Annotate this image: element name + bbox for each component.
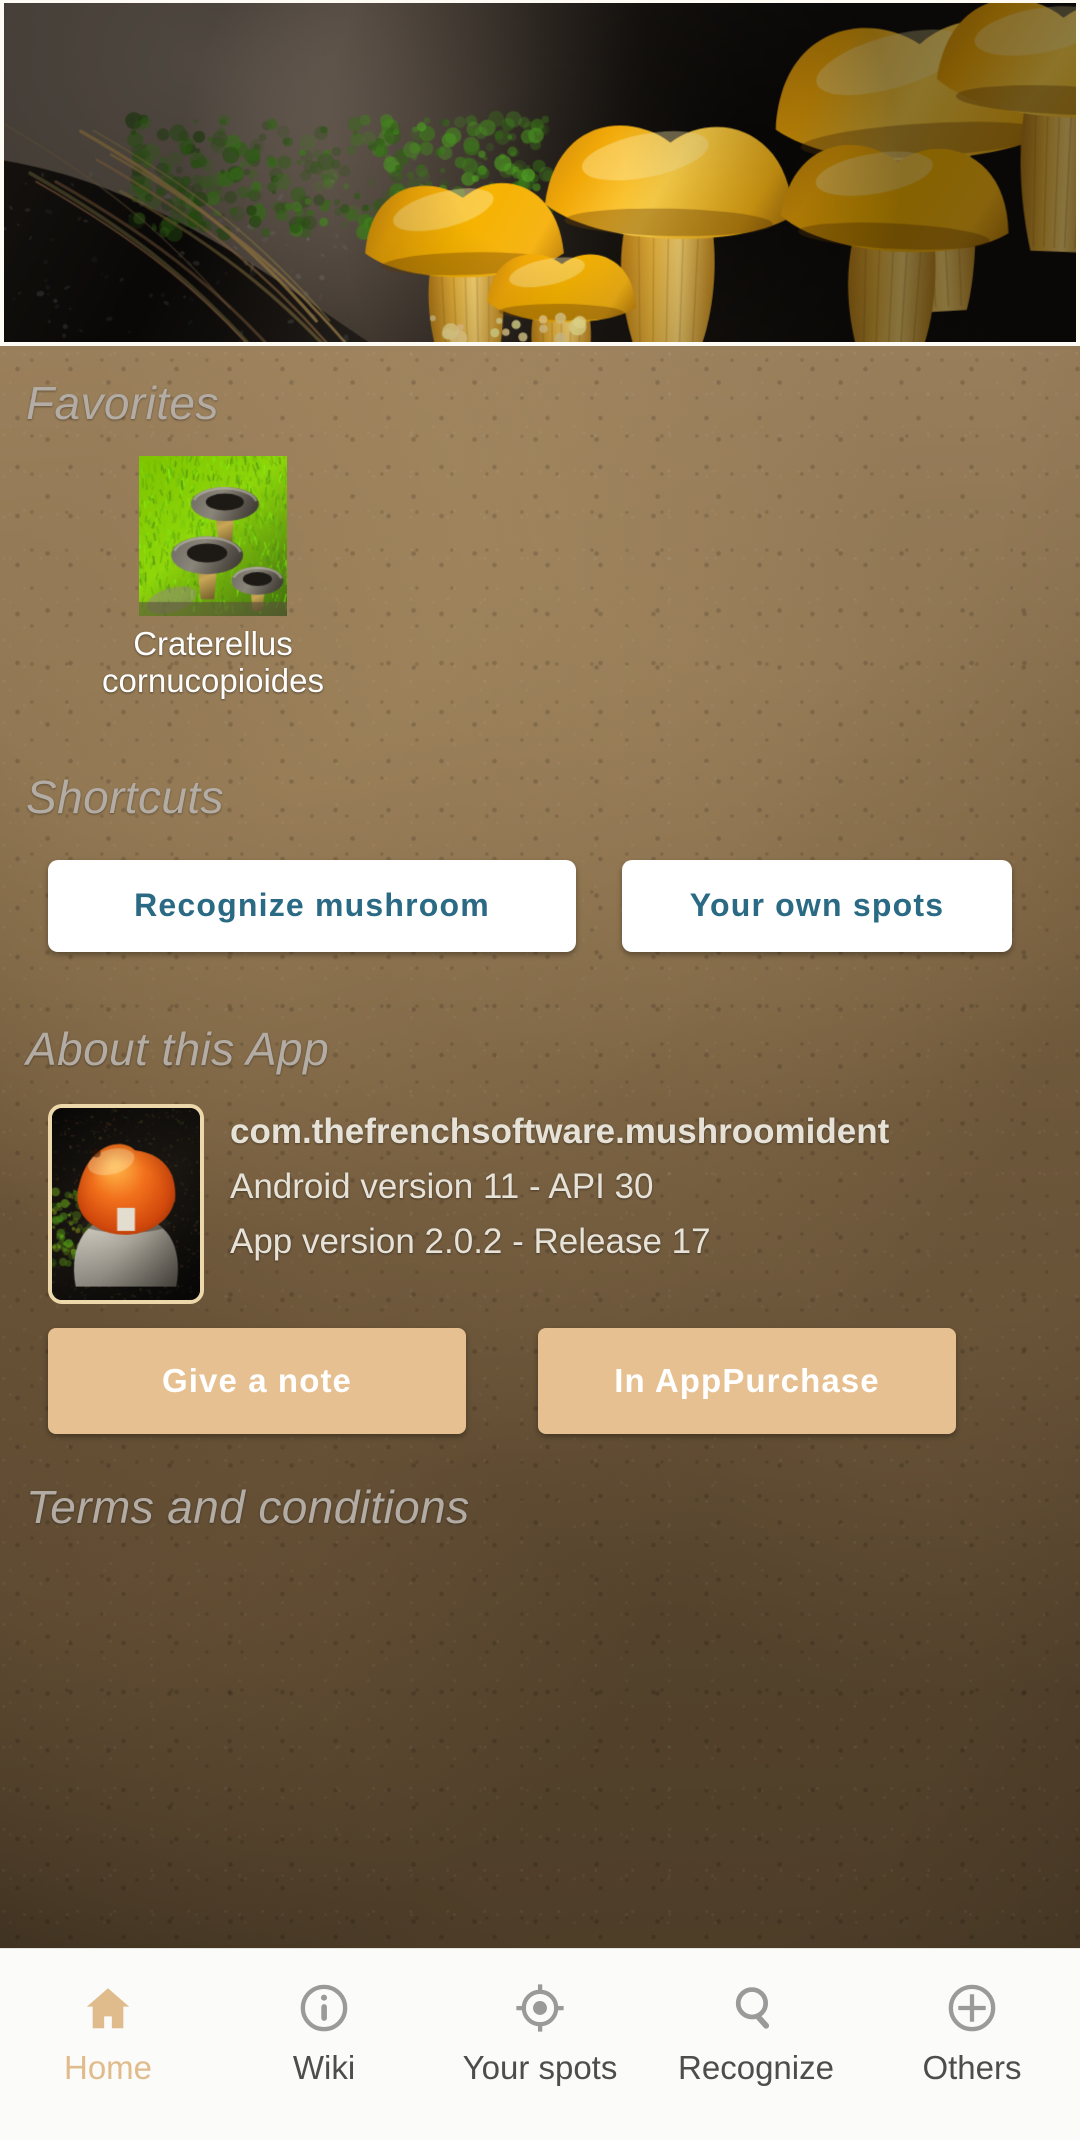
info-circle-icon: [300, 1984, 348, 2032]
app-package-name: com.thefrenchsoftware.mushroomident: [230, 1111, 890, 1151]
favorite-item[interactable]: Craterellus cornucopioides: [102, 456, 324, 700]
favorite-name-line2: cornucopioides: [102, 661, 324, 699]
about-text-block: com.thefrenchsoftware.mushroomident Andr…: [230, 1104, 1032, 1304]
shortcuts-button-row: Recognize mushroom Your own spots: [0, 859, 1080, 952]
android-version-line: Android version 11 - API 30: [230, 1166, 654, 1206]
nav-item-your-spots[interactable]: Your spots: [432, 1981, 648, 2087]
plus-circle-icon: [948, 1984, 996, 2032]
about-section-title: About this App: [26, 1022, 330, 1075]
favorite-thumbnail-canvas: [139, 456, 287, 616]
app-icon-thumbnail[interactable]: [48, 1103, 204, 1304]
search-icon: [735, 1987, 770, 2029]
shortcuts-section-title: Shortcuts: [26, 770, 224, 823]
favorite-item-label: Craterellus cornucopioides: [68, 625, 358, 700]
nav-item-wiki[interactable]: Wiki: [216, 1981, 432, 2087]
about-info-row: com.thefrenchsoftware.mushroomident Andr…: [0, 1103, 1080, 1304]
app-root: Favorites Craterellus cornucopioides Sho…: [0, 0, 1080, 2140]
terms-and-conditions-title[interactable]: Terms and conditions: [0, 1480, 1080, 1534]
bottom-navigation-bar: Home Wiki Your spots Recognize Others: [0, 1948, 1080, 2140]
home-icon: [86, 1988, 130, 2029]
hero-image-canvas: [4, 3, 1076, 342]
in-app-purchase-button[interactable]: In App Purchase: [538, 1327, 956, 1434]
in-app-purchase-line1: In App: [614, 1361, 723, 1399]
app-version-line: App version 2.0.2 - Release 17: [230, 1221, 711, 1261]
about-button-row: Give a note In App Purchase: [0, 1327, 1080, 1434]
favorite-thumbnail[interactable]: [139, 456, 287, 616]
nav-label-your-spots: Your spots: [462, 2049, 618, 2086]
nav-label-wiki: Wiki: [292, 2049, 356, 2086]
recognize-mushroom-shortcut-button[interactable]: Recognize mushroom: [48, 859, 576, 952]
favorites-section-title: Favorites: [26, 377, 219, 429]
favorite-name-line1: Craterellus: [133, 625, 293, 662]
give-a-note-button[interactable]: Give a note: [48, 1327, 466, 1434]
nav-item-recognize[interactable]: Recognize: [648, 1981, 864, 2087]
main-scroll-area[interactable]: Favorites Craterellus cornucopioides Sho…: [0, 346, 1080, 1948]
hero-mushroom-photo[interactable]: [0, 0, 1080, 346]
crosshair-icon: [516, 1984, 564, 2032]
nav-label-others: Others: [922, 2049, 1022, 2086]
nav-label-home: Home: [63, 2049, 153, 2086]
nav-item-home[interactable]: Home: [0, 1981, 216, 2087]
nav-item-others[interactable]: Others: [864, 1981, 1080, 2087]
favorites-list: Craterellus cornucopioides: [0, 456, 1080, 700]
in-app-purchase-line2: Purchase: [722, 1361, 880, 1399]
your-own-spots-shortcut-button[interactable]: Your own spots: [622, 859, 1012, 952]
app-icon-canvas: [52, 1107, 200, 1300]
nav-label-recognize: Recognize: [678, 2049, 834, 2086]
